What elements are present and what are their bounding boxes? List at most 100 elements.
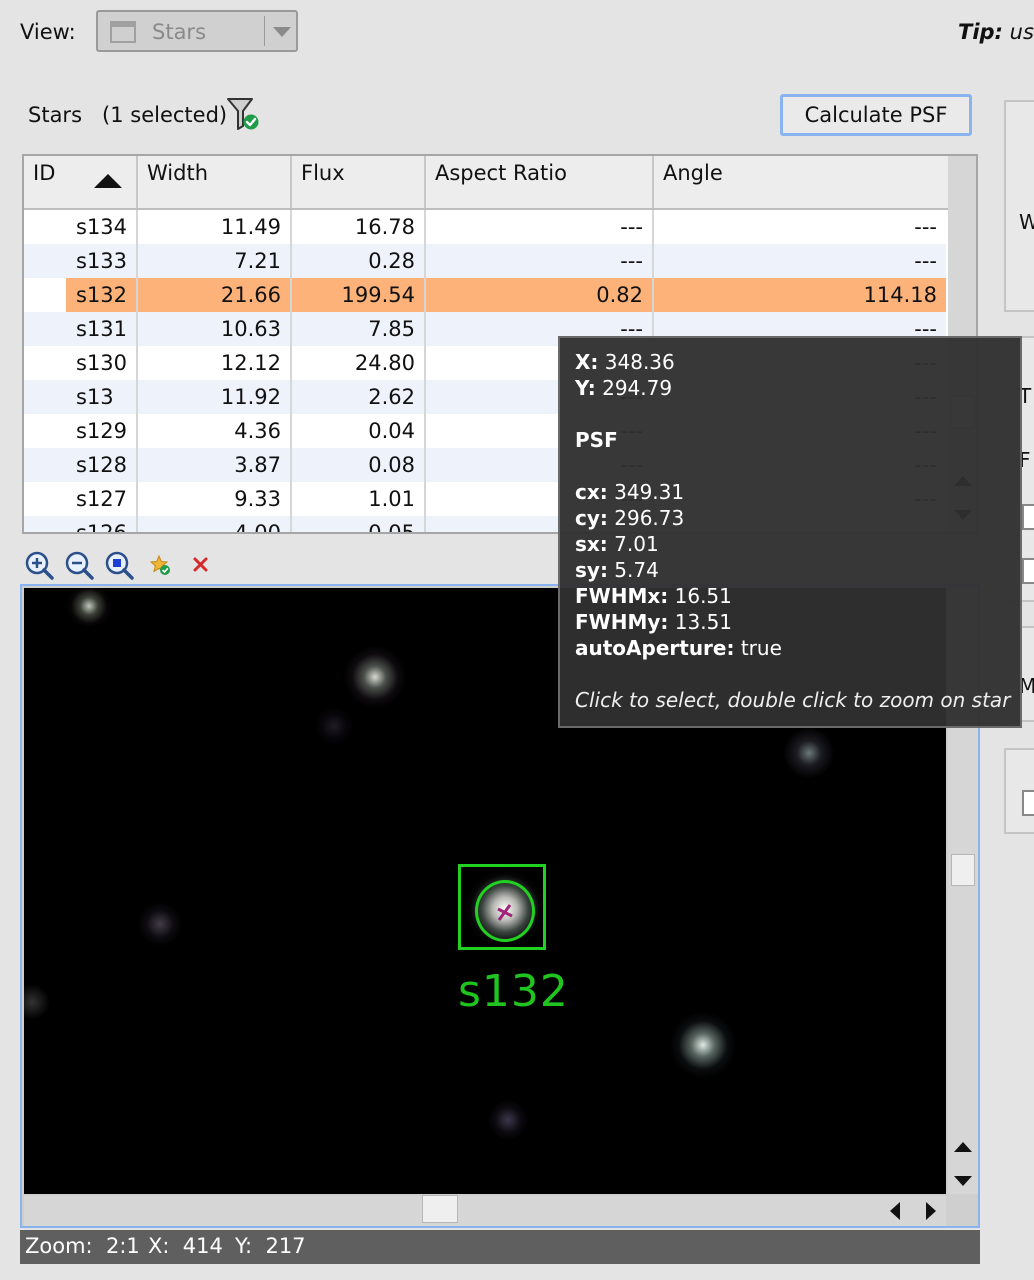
table-cell-id: s129: [24, 414, 138, 448]
star-center-marker-icon: [497, 904, 513, 921]
table-cell-aspect: ---: [426, 244, 654, 278]
scroll-right-icon[interactable]: [926, 1202, 936, 1220]
scroll-up-icon[interactable]: [954, 1142, 972, 1152]
tooltip-hint: Click to select, double click to zoom on…: [575, 688, 1011, 712]
table-row-selected[interactable]: s132 21.66 199.54 0.82 114.18: [24, 278, 946, 312]
right-panel-letter-w: W: [1019, 210, 1034, 234]
stars-label: Stars: [28, 103, 83, 127]
column-header-id-label: ID: [33, 161, 56, 185]
right-panel-checkbox-2[interactable]: [1022, 790, 1034, 816]
scroll-down-icon[interactable]: [954, 1176, 972, 1186]
table-cell-flux: 0.04: [292, 414, 426, 448]
table-cell-width: 7.21: [138, 244, 292, 278]
select-divider: [264, 16, 265, 46]
background-star: [784, 728, 834, 778]
zoom-in-icon[interactable]: [24, 550, 54, 580]
cursor-x: X: 414: [148, 1234, 223, 1258]
image-vscroll-thumb[interactable]: [951, 854, 975, 886]
tooltip-sx: sx: 7.01: [575, 532, 659, 556]
tooltip-auto-aperture: autoAperture: true: [575, 636, 782, 660]
table-cell-width: 4.36: [138, 414, 292, 448]
tooltip-sy: sy: 5.74: [575, 558, 659, 582]
column-header-id[interactable]: ID: [24, 156, 138, 208]
tooltip-x: X: 348.36: [575, 350, 675, 374]
background-star: [314, 706, 354, 746]
tip-text: Tip: use: [958, 20, 1034, 44]
table-cell-aspect: 0.82: [426, 278, 654, 312]
right-panel-field[interactable]: [1022, 504, 1034, 530]
delete-icon[interactable]: [186, 550, 216, 580]
tip-label: Tip:: [958, 20, 1003, 44]
background-star: [488, 1100, 528, 1140]
background-star: [24, 984, 50, 1020]
table-cell-width: 10.63: [138, 312, 292, 346]
tooltip-psf-heading: PSF: [575, 428, 618, 452]
tip-body: use: [1009, 20, 1034, 44]
view-select-value: Stars: [152, 20, 207, 44]
table-cell-angle: ---: [914, 249, 937, 273]
view-label: View:: [20, 20, 76, 44]
table-cell-flux: 199.54: [292, 278, 426, 312]
tooltip-cy: cy: 296.73: [575, 506, 685, 530]
table-cell-flux: 0.08: [292, 448, 426, 482]
table-cell-flux: 7.85: [292, 312, 426, 346]
status-bar: Zoom: 2:1 X: 414 Y: 217: [20, 1230, 980, 1264]
selected-star-label: s132: [458, 966, 569, 1017]
column-header-flux[interactable]: Flux: [292, 156, 426, 208]
filter-icon[interactable]: [226, 96, 262, 132]
table-cell-flux: 16.78: [292, 210, 426, 244]
table-cell-width: 11.92: [138, 380, 292, 414]
table-cell-id: s132: [24, 278, 138, 312]
table-cell-aspect: ---: [426, 210, 654, 244]
table-cell-id: s128: [24, 448, 138, 482]
table-header: ID Width Flux Aspect Ratio Angle: [24, 156, 948, 210]
column-header-angle[interactable]: Angle: [654, 156, 948, 208]
table-cell-flux: 0.28: [292, 244, 426, 278]
table-cell-id: s126: [24, 516, 138, 532]
image-horizontal-scrollbar[interactable]: [24, 1195, 946, 1226]
selected-count: (1 selected): [102, 103, 228, 127]
right-panel-checkbox[interactable]: [1022, 558, 1034, 584]
background-star: [64, 588, 114, 626]
table-cell-id: s127: [24, 482, 138, 516]
scroll-left-icon[interactable]: [890, 1202, 900, 1220]
column-header-width[interactable]: Width: [138, 156, 292, 208]
tooltip-fwhmx: FWHMx: 16.51: [575, 584, 732, 608]
table-cell-flux: 1.01: [292, 482, 426, 516]
table-row[interactable]: s133 7.21 0.28 --- ---: [24, 244, 946, 278]
star-tooltip: X: 348.36 Y: 294.79 PSF cx: 349.31 cy: 2…: [558, 336, 1022, 728]
tooltip-cx: cx: 349.31: [575, 480, 685, 504]
calculate-psf-button[interactable]: Calculate PSF: [780, 94, 972, 136]
view-select[interactable]: Stars: [96, 10, 298, 52]
table-cell-id: s134: [24, 210, 138, 244]
table-row[interactable]: s134 11.49 16.78 --- ---: [24, 210, 946, 244]
tooltip-y: Y: 294.79: [575, 376, 673, 400]
stars-header: Stars (1 selected): [28, 103, 227, 127]
table-cell-width: 3.87: [138, 448, 292, 482]
table-cell-width: 21.66: [138, 278, 292, 312]
background-star: [344, 646, 406, 708]
table-cell-id: s133: [24, 244, 138, 278]
add-star-icon[interactable]: [146, 550, 176, 580]
image-hscroll-thumb[interactable]: [422, 1195, 458, 1223]
right-panel-1: [1004, 100, 1034, 312]
table-cell-angle: ---: [914, 215, 937, 239]
background-star: [670, 1012, 736, 1078]
table-cell-width: 12.12: [138, 346, 292, 380]
table-cell-flux: 2.62: [292, 380, 426, 414]
zoom-out-icon[interactable]: [64, 550, 94, 580]
table-cell-width: 9.33: [138, 482, 292, 516]
table-cell-id: s13: [24, 380, 138, 414]
column-header-aspect-ratio[interactable]: Aspect Ratio: [426, 156, 654, 208]
table-cell-flux: 0.05: [292, 516, 426, 532]
table-cell-flux: 24.80: [292, 346, 426, 380]
table-cell-width: 4.00: [138, 516, 292, 532]
sort-ascending-icon: [94, 174, 122, 188]
table-cell-width: 11.49: [138, 210, 292, 244]
window-icon: [110, 21, 136, 43]
table-cell-id: s131: [24, 312, 138, 346]
tooltip-fwhmy: FWHMy: 13.51: [575, 610, 733, 634]
chevron-down-icon[interactable]: [273, 27, 291, 37]
zoom-level: Zoom: 2:1: [25, 1234, 140, 1258]
zoom-fit-icon[interactable]: [104, 550, 134, 580]
